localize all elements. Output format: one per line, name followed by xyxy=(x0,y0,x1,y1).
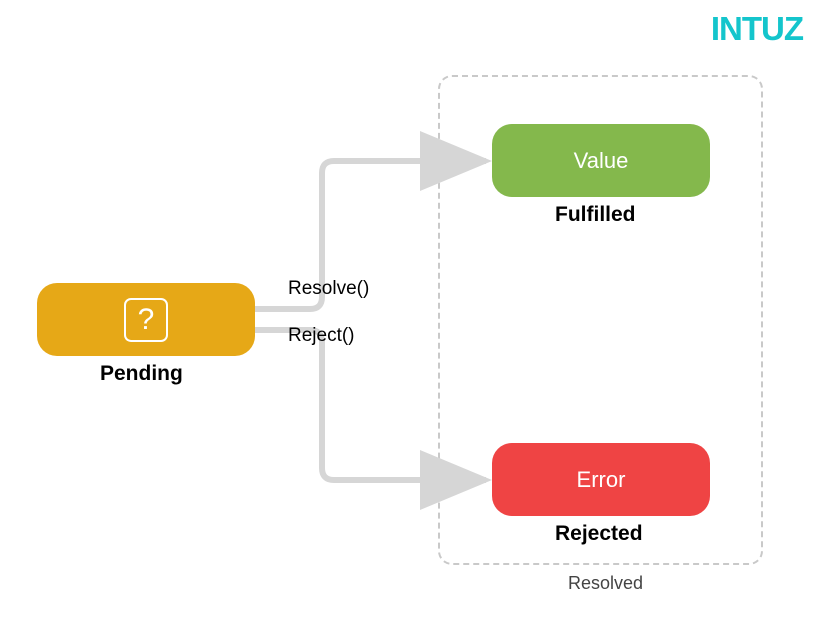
brand-logo-text: INTUZ xyxy=(711,10,803,47)
value-node: Value xyxy=(492,124,710,197)
error-node: Error xyxy=(492,443,710,516)
resolved-group-label: Resolved xyxy=(568,573,643,594)
fulfilled-label: Fulfilled xyxy=(555,203,636,227)
question-mark-glyph: ? xyxy=(138,303,155,337)
value-node-text: Value xyxy=(574,148,629,174)
rejected-label: Rejected xyxy=(555,522,643,546)
resolve-edge-label: Resolve() xyxy=(288,278,369,300)
pending-label: Pending xyxy=(100,362,183,386)
brand-logo: INTUZ xyxy=(711,10,803,48)
pending-node: ? xyxy=(37,283,255,356)
error-node-text: Error xyxy=(577,467,626,493)
question-mark-icon: ? xyxy=(124,298,168,342)
reject-edge-label: Reject() xyxy=(288,325,355,347)
